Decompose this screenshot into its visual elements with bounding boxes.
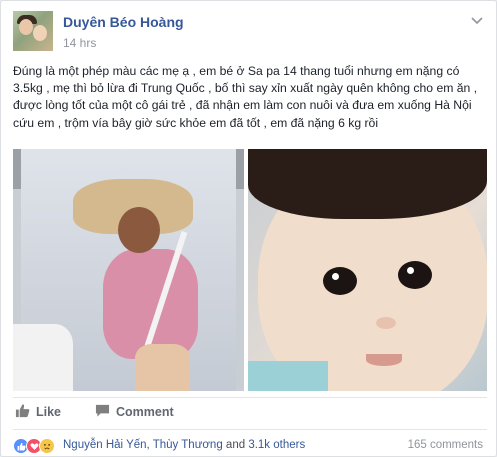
reactor-conjunction: and [222, 439, 249, 451]
avatar[interactable] [13, 11, 53, 51]
reactions-bar: Nguyễn Hải Yến, Thùy Thương and 3.1k oth… [13, 437, 487, 455]
photo-hospital-baby[interactable] [13, 149, 244, 391]
photo-baby-face[interactable] [248, 149, 487, 391]
author-name[interactable]: Duyên Béo Hoàng [63, 14, 184, 30]
reactors-text[interactable]: Nguyễn Hải Yến, Thùy Thương and 3.1k oth… [63, 439, 305, 451]
post-text: Đúng là một phép màu các mẹ ạ , em bé ở … [13, 64, 478, 130]
like-label: Like [36, 405, 62, 419]
reaction-icons[interactable] [13, 438, 59, 454]
post-card: Duyên Béo Hoàng 14 hrs Đúng là một phép … [0, 0, 497, 457]
reactor-others[interactable]: 3.1k others [248, 439, 305, 451]
action-bar: Like Comment [13, 399, 487, 425]
comment-icon [95, 403, 110, 421]
post-timestamp[interactable]: 14 hrs [63, 36, 96, 50]
like-button[interactable]: Like [15, 399, 61, 425]
divider [13, 429, 487, 430]
post-header: Duyên Béo Hoàng 14 hrs [13, 11, 483, 53]
comment-label: Comment [116, 405, 174, 419]
thumbs-up-icon [15, 403, 30, 421]
chevron-down-icon[interactable] [467, 13, 487, 29]
divider [13, 397, 487, 398]
reactor-names[interactable]: Nguyễn Hải Yến, Thùy Thương [63, 439, 223, 451]
comment-button[interactable]: Comment [95, 399, 174, 425]
comment-count[interactable]: 165 comments [408, 439, 483, 451]
photo-grid [13, 149, 487, 391]
sad-icon [39, 438, 55, 454]
